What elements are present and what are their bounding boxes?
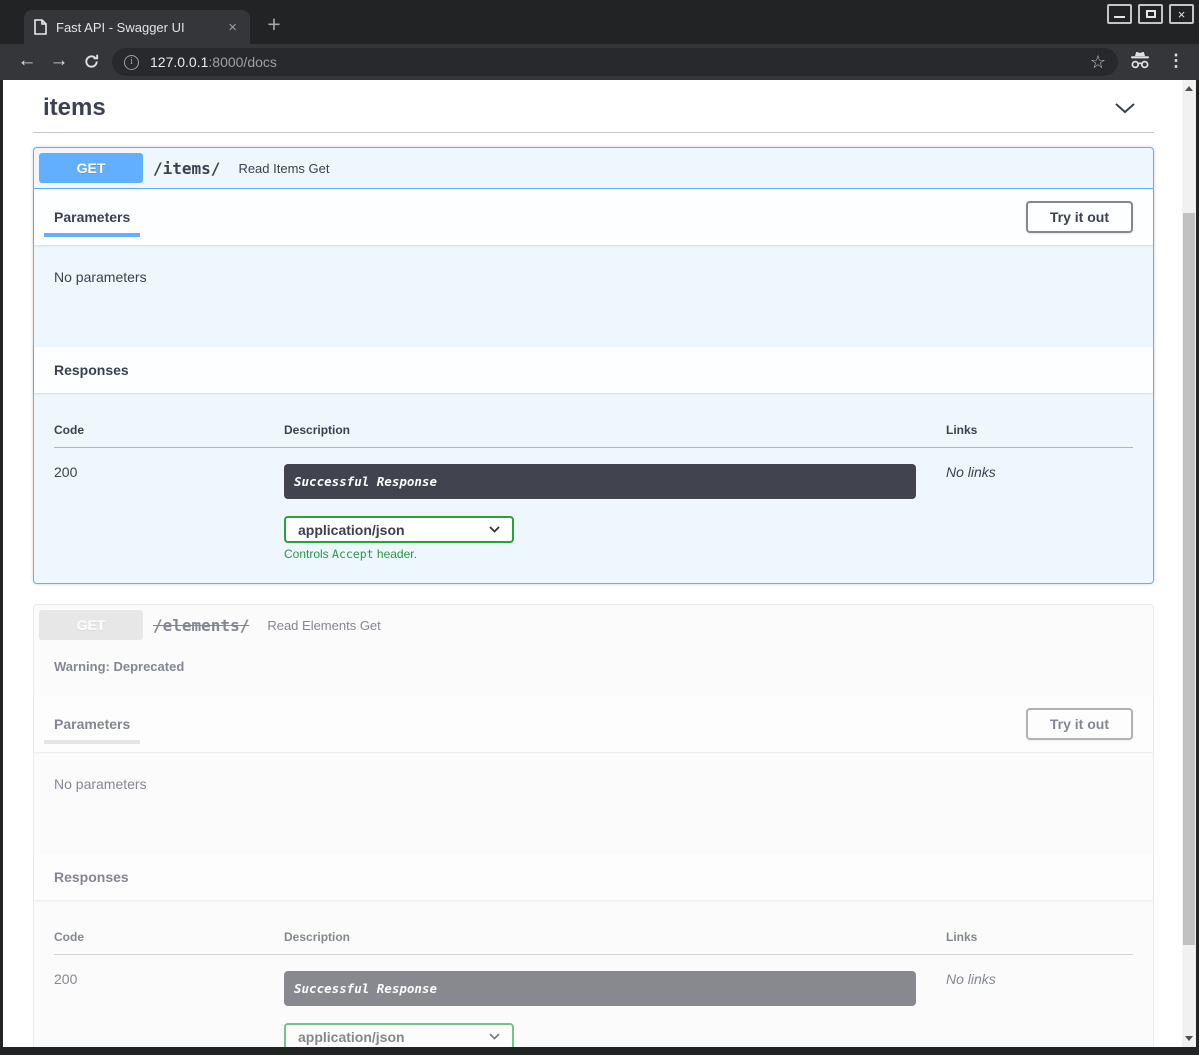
scrollbar-thumb[interactable] <box>1183 213 1195 945</box>
response-row: 200 Successful Response application/json <box>54 448 1133 562</box>
browser-tab[interactable]: Fast API - Swagger UI × <box>24 10 250 44</box>
media-type-select[interactable]: application/json <box>284 1023 514 1047</box>
tag-section-header[interactable]: items <box>33 88 1154 133</box>
deprecated-content: GET /elements/ Read Elements Get Warning… <box>34 605 1153 1047</box>
tab-parameters[interactable]: Parameters <box>44 704 140 744</box>
select-chevron-icon <box>489 526 500 533</box>
responses-table-wrap: Code Description Links 200 Successful Re… <box>34 900 1153 1047</box>
accept-header-note: Controls Accept header. <box>284 547 946 561</box>
no-parameters-text: No parameters <box>34 245 1153 347</box>
accept-note-code: Accept <box>332 547 374 561</box>
page-scrollbar[interactable] <box>1182 80 1196 1047</box>
url-path: :8000/docs <box>208 54 277 70</box>
try-it-out-button[interactable]: Try it out <box>1026 201 1133 233</box>
url-host: 127.0.0.1 <box>150 54 208 70</box>
responses-header: Responses <box>34 347 1153 393</box>
status-code: 200 <box>54 955 284 1048</box>
site-info-icon[interactable]: i <box>124 55 139 70</box>
no-links-text: No links <box>946 955 1133 1048</box>
minimize-icon <box>1114 16 1125 18</box>
bookmark-star-icon[interactable]: ☆ <box>1090 52 1106 73</box>
window-minimize-button[interactable] <box>1107 4 1132 24</box>
media-type-value: application/json <box>298 522 405 538</box>
tab-title: Fast API - Swagger UI <box>56 20 219 35</box>
responses-table: Code Description Links 200 Successful Re… <box>54 916 1133 1047</box>
new-tab-button[interactable]: + <box>262 13 286 36</box>
scrollbar-down-icon[interactable] <box>1185 1036 1193 1041</box>
endpoint-path: /items/ <box>143 159 230 178</box>
media-type-select[interactable]: application/json <box>284 516 514 543</box>
parameters-header: Parameters Try it out <box>34 189 1153 245</box>
endpoint-path: /elements/ <box>143 616 259 635</box>
back-icon[interactable]: ← <box>14 48 40 74</box>
scrollbar-up-icon[interactable] <box>1185 86 1193 91</box>
url-bar[interactable]: i 127.0.0.1:8000/docs ☆ <box>112 48 1118 76</box>
responses-table-wrap: Code Description Links 200 Successful Re… <box>34 393 1153 583</box>
response-description-box: Successful Response <box>284 464 916 499</box>
parameters-header: Parameters Try it out <box>34 696 1153 752</box>
tab-close-icon[interactable]: × <box>225 19 240 36</box>
browser-titlebar: Fast API - Swagger UI × + × <box>0 0 1199 44</box>
browser-toolbar: ← → i 127.0.0.1:8000/docs ☆ ⋮ <box>0 44 1199 80</box>
media-type-wrap: application/json Controls Accept header. <box>284 516 946 561</box>
method-badge: GET <box>39 153 143 183</box>
opblock-get-items: GET /items/ Read Items Get Parameters Tr… <box>33 147 1154 584</box>
method-badge: GET <box>39 610 143 640</box>
accept-note-suffix: header. <box>374 547 417 561</box>
collapse-chevron-icon[interactable] <box>1114 102 1136 114</box>
deprecated-warning: Warning: Deprecated <box>34 645 1153 696</box>
status-code: 200 <box>54 448 284 562</box>
col-header-description: Description <box>284 916 946 955</box>
response-row: 200 Successful Response application/json <box>54 955 1133 1048</box>
col-header-code: Code <box>54 916 284 955</box>
forward-icon[interactable]: → <box>46 48 72 74</box>
select-chevron-icon <box>489 1033 500 1040</box>
reload-icon[interactable] <box>78 48 104 74</box>
window-controls: × <box>1107 4 1194 24</box>
media-type-wrap: application/json Controls Accept header. <box>284 1023 946 1047</box>
maximize-icon <box>1146 10 1156 18</box>
col-header-links: Links <box>946 916 1133 955</box>
swagger-content: items GET /items/ Read Items Get Paramet… <box>3 80 1182 1047</box>
responses-title: Responses <box>54 362 129 378</box>
response-description-box: Successful Response <box>284 971 916 1006</box>
media-type-value: application/json <box>298 1029 405 1045</box>
responses-title: Responses <box>54 869 129 885</box>
url-text: 127.0.0.1:8000/docs <box>150 54 277 70</box>
opblock-summary[interactable]: GET /items/ Read Items Get <box>34 148 1153 189</box>
no-parameters-text: No parameters <box>34 752 1153 854</box>
endpoint-summary: Read Items Get <box>238 161 329 176</box>
col-header-links: Links <box>946 409 1133 448</box>
browser-menu-icon[interactable]: ⋮ <box>1165 51 1187 71</box>
try-it-out-button[interactable]: Try it out <box>1026 708 1133 740</box>
no-links-text: No links <box>946 448 1133 562</box>
opblock-summary[interactable]: GET /elements/ Read Elements Get <box>34 605 1153 645</box>
responses-header: Responses <box>34 854 1153 900</box>
tab-parameters[interactable]: Parameters <box>44 197 140 237</box>
accept-note-prefix: Controls <box>284 547 332 561</box>
window-maximize-button[interactable] <box>1138 4 1163 24</box>
page-viewport: items GET /items/ Read Items Get Paramet… <box>3 80 1182 1047</box>
col-header-code: Code <box>54 409 284 448</box>
endpoint-summary: Read Elements Get <box>267 618 380 633</box>
responses-table: Code Description Links 200 Successful Re… <box>54 409 1133 561</box>
tag-title: items <box>43 94 106 122</box>
col-header-description: Description <box>284 409 946 448</box>
opblock-get-elements-deprecated: GET /elements/ Read Elements Get Warning… <box>33 604 1154 1047</box>
window-close-button[interactable]: × <box>1169 4 1194 24</box>
page-favicon-icon <box>34 19 47 35</box>
incognito-icon <box>1129 51 1151 75</box>
